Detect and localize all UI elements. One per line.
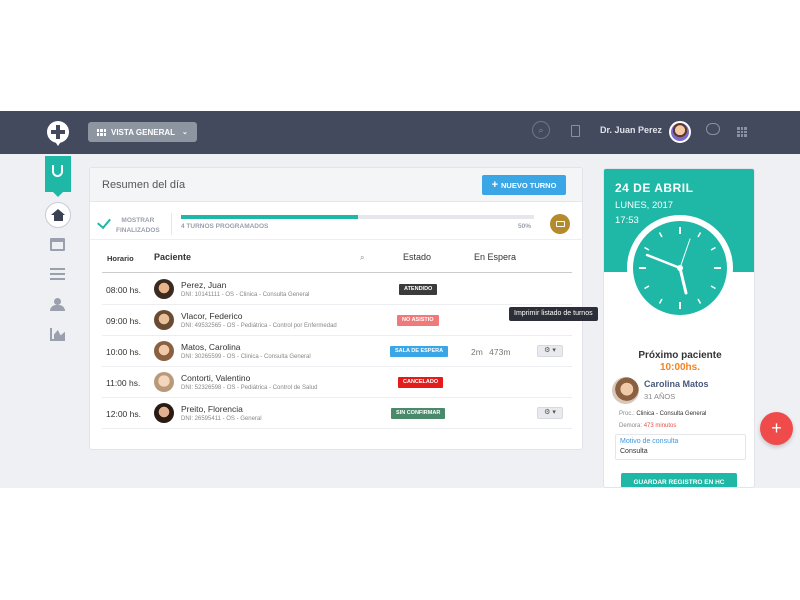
status-badge: ATENDIDO (399, 284, 438, 295)
printer-icon (555, 221, 565, 227)
table-row[interactable]: 11:00 hs. Contorti, Valentino DNI: 52326… (102, 367, 572, 398)
chat-icon[interactable] (706, 123, 720, 135)
summary-title: Resumen del día (102, 179, 186, 191)
divider (171, 213, 172, 235)
delay-value: 473 minutos (643, 423, 677, 429)
summary-header: Resumen del día + NUEVO TURNO (90, 168, 582, 202)
avatar (154, 310, 174, 330)
new-turn-label: NUEVO TURNO (501, 180, 557, 190)
row-time: 10:00 hs. (106, 347, 141, 357)
book-icon[interactable] (571, 125, 580, 137)
show-finished-toggle[interactable]: MOSTRAR FINALIZADOS (116, 216, 160, 236)
row-time: 12:00 hs. (106, 409, 141, 419)
avatar (154, 403, 174, 423)
search-icon[interactable]: ⌕ (532, 121, 550, 139)
add-fab-button[interactable]: + (760, 412, 793, 445)
delay-line: Demora: 473 minutos (619, 423, 676, 429)
clock-icon (627, 215, 733, 321)
user-name[interactable]: Dr. Juan Perez (600, 125, 662, 135)
row-name[interactable]: Vlacor, Federico (181, 311, 242, 321)
next-patient-name[interactable]: Carolina Matos (644, 379, 709, 389)
table-row[interactable]: 10:00 hs. Matos, Carolina DNI: 30265599 … (102, 336, 572, 367)
top-bar: VISTA GENERAL ⌄ ⌕ Dr. Juan Perez (0, 111, 800, 154)
clock-hands (639, 227, 721, 309)
row-name[interactable]: Preito, Florencia (181, 404, 243, 414)
chevron-down-icon: ⌄ (182, 129, 188, 136)
next-patient-title: Próximo paciente (638, 350, 722, 361)
avatar (612, 377, 639, 404)
progress-fill (181, 215, 358, 219)
row-name[interactable]: Perez, Juan (181, 280, 226, 290)
status-badge: SIN CONFIRMAR (391, 408, 446, 419)
status-badge: CANCELADO (398, 377, 444, 388)
next-patient-panel: 24 DE ABRIL LUNES, 2017 17:53 Próximo pa… (603, 168, 755, 488)
percent-label: 50% (518, 223, 532, 230)
logo-icon[interactable] (47, 121, 69, 146)
column-header-espera: En Espera (474, 252, 517, 262)
calendar-icon[interactable] (50, 238, 65, 251)
row-time: 09:00 hs. (106, 316, 141, 326)
column-header-paciente: Paciente (154, 252, 192, 262)
progress-bar (181, 215, 534, 219)
table-row[interactable]: 09:00 hs. Vlacor, Federico DNI: 49532565… (102, 305, 572, 336)
search-icon[interactable]: ⌕ (360, 253, 364, 263)
row-info: DNI: 26595411 - OS - General (181, 416, 262, 422)
row-info: DNI: 30265599 - OS - Clinica - Consulta … (181, 354, 311, 360)
home-icon[interactable] (45, 202, 71, 228)
print-tooltip: Imprimir listado de turnos (509, 307, 598, 321)
motivo-value: Consulta (620, 448, 648, 455)
delay-label: Demora: (619, 423, 643, 429)
gear-icon[interactable]: ⚙ ▾ (537, 345, 563, 357)
next-patient-hour: 10:00hs. (659, 362, 701, 373)
header-divider (102, 272, 572, 273)
grid-icon (97, 128, 106, 136)
column-header-estado: Estado (403, 252, 432, 262)
plus-icon: + (491, 179, 498, 191)
procedure-label: Proc.: (619, 411, 635, 417)
next-patient-age: 31 AÑOS (644, 392, 676, 401)
procedure-line: Proc.: Clinica - Consulta General (619, 411, 706, 417)
vista-general-button[interactable]: VISTA GENERAL ⌄ (88, 122, 197, 142)
procedure-value: Clinica - Consulta General (636, 411, 707, 417)
current-date: 24 DE ABRIL (615, 181, 694, 195)
turns-label: 4 TURNOS PROGRAMADOS (181, 223, 269, 230)
row-info: DNI: 10141111 - OS - Clinica - Consulta … (181, 292, 310, 298)
avatar (154, 372, 174, 392)
table-row[interactable]: 08:00 hs. Perez, Juan DNI: 10141111 - OS… (102, 274, 572, 305)
row-info: DNI: 52326598 - OS - Pediátrica - Contro… (181, 385, 318, 391)
current-day: LUNES, 2017 (615, 200, 674, 211)
avatar (154, 341, 174, 361)
row-info: DNI: 49532565 - OS - Pediátrica - Contro… (181, 323, 337, 329)
save-record-button[interactable]: GUARDAR REGISTRO EN HC (621, 473, 737, 487)
apps-grid-icon[interactable] (737, 127, 747, 137)
list-icon[interactable] (50, 268, 65, 281)
row-time: 08:00 hs. (106, 285, 141, 295)
print-button[interactable] (550, 214, 570, 234)
row-name[interactable]: Contorti, Valentino (181, 373, 250, 383)
wait-time: 2m 473m (471, 347, 511, 357)
chart-icon[interactable] (50, 328, 65, 341)
table-row[interactable]: 12:00 hs. Preito, Florencia DNI: 2659541… (102, 398, 572, 429)
motivo-field[interactable]: Motivo de consulta Consulta (615, 434, 746, 460)
status-badge: NO ASISTIO (397, 315, 439, 326)
user-avatar[interactable] (669, 121, 691, 143)
row-name[interactable]: Matos, Carolina (181, 342, 241, 352)
status-badge: SALA DE ESPERA (390, 346, 449, 357)
new-turn-button[interactable]: + NUEVO TURNO (482, 175, 566, 195)
avatar (154, 279, 174, 299)
gear-icon[interactable]: ⚙ ▾ (537, 407, 563, 419)
row-time: 11:00 hs. (106, 378, 141, 388)
vista-general-label: VISTA GENERAL (111, 127, 176, 137)
users-icon[interactable] (50, 298, 65, 311)
progress-row: MOSTRAR FINALIZADOS 4 TURNOS PROGRAMADOS … (90, 208, 584, 240)
column-header-horario: Horario (107, 254, 134, 263)
stethoscope-icon[interactable] (45, 156, 71, 197)
app-stage: VISTA GENERAL ⌄ ⌕ Dr. Juan Perez Resumen… (0, 111, 800, 488)
motivo-label: Motivo de consulta (620, 438, 679, 445)
check-icon[interactable] (97, 214, 111, 230)
